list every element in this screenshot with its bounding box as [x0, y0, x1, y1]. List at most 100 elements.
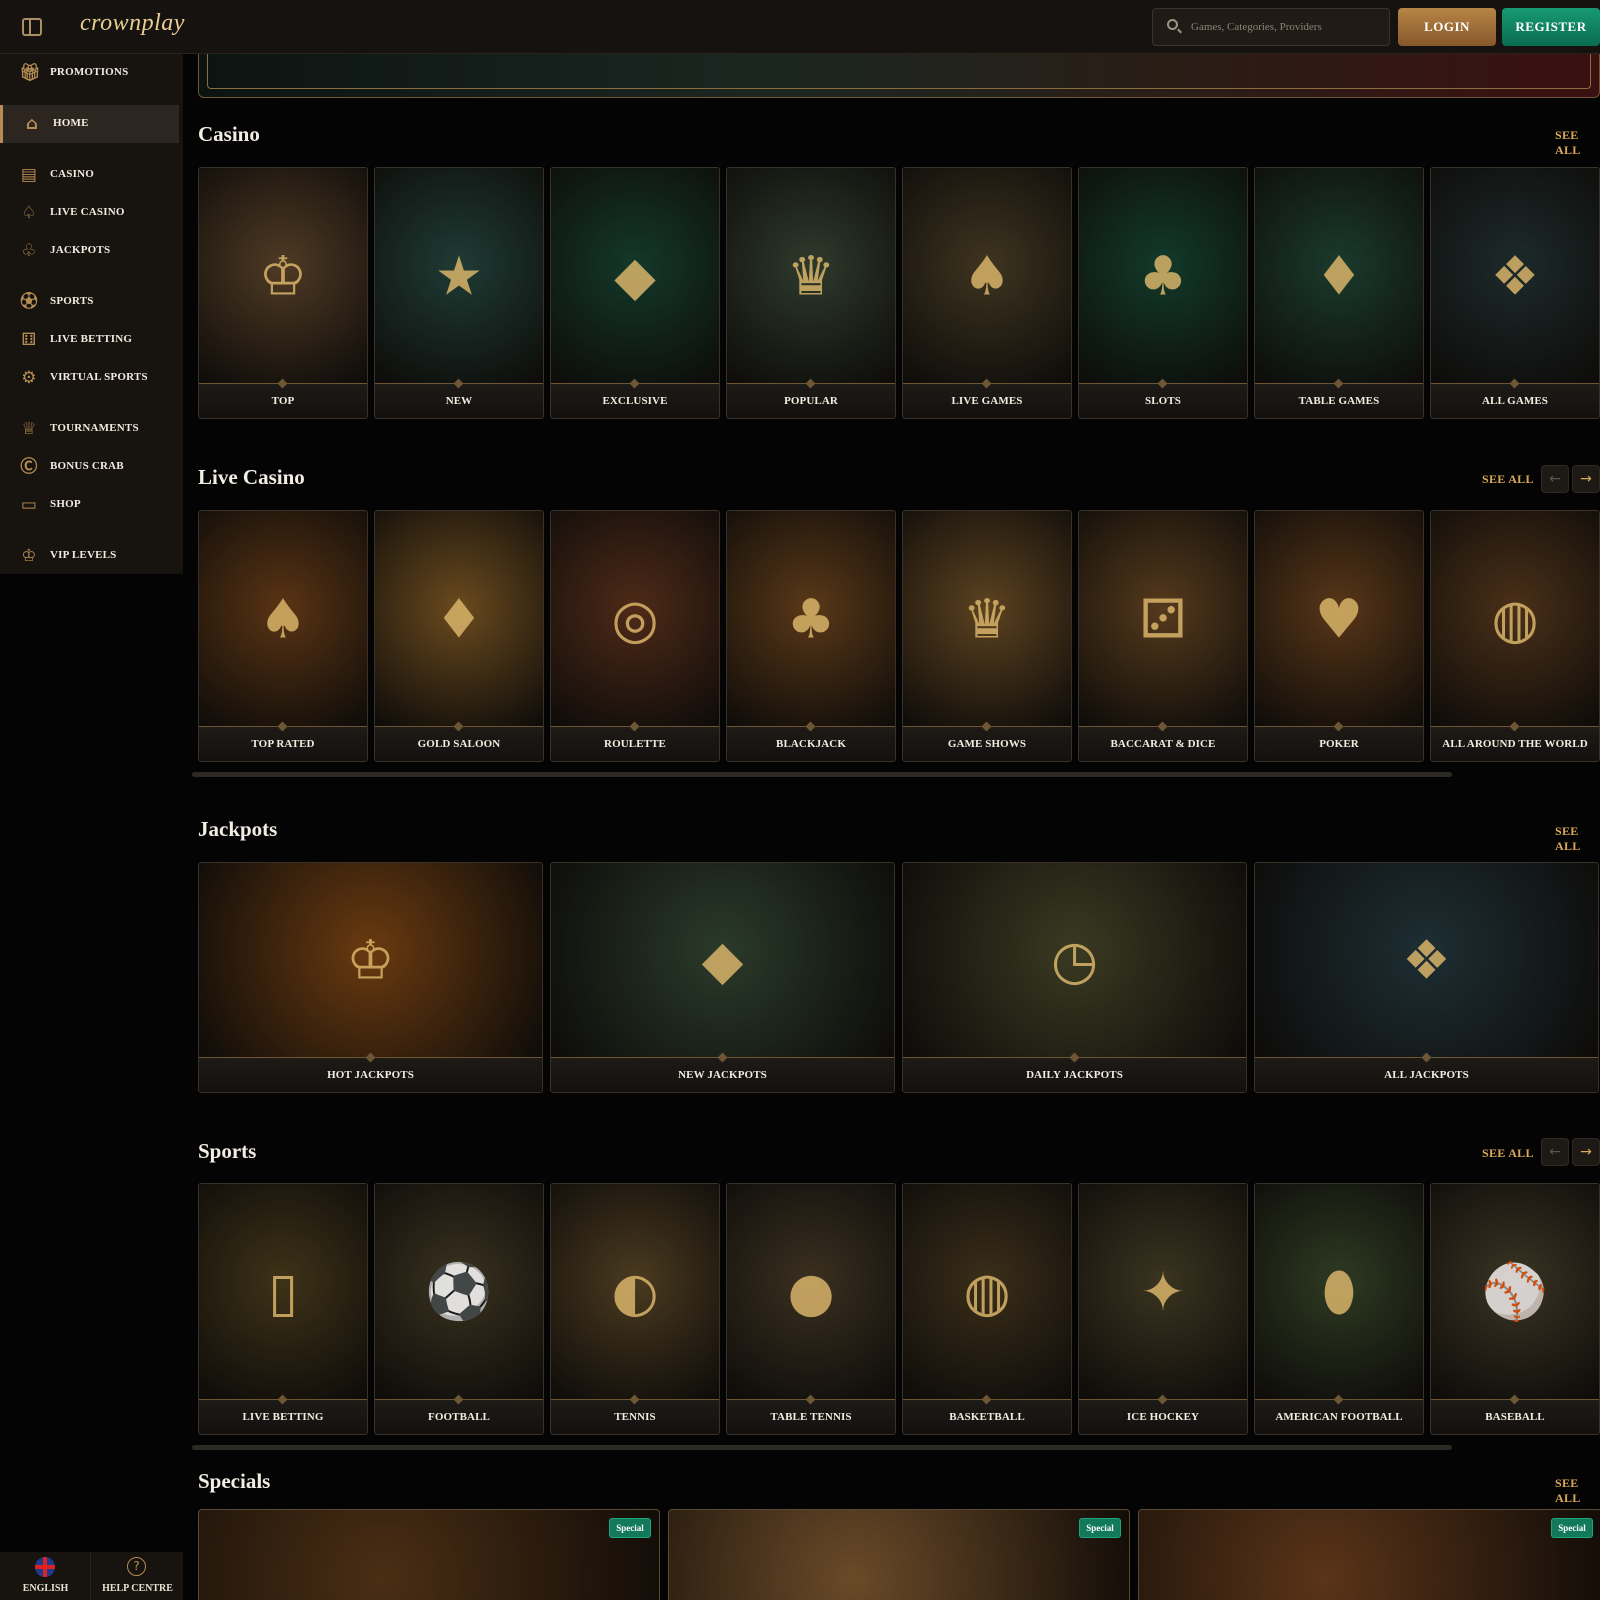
live-casino-card[interactable]: ♠ TOP RATED — [198, 510, 368, 762]
login-button[interactable]: LOGIN — [1398, 8, 1496, 46]
casino-card[interactable]: ♠ LIVE GAMES — [902, 167, 1072, 419]
uk-flag-icon — [35, 1557, 55, 1577]
language-selector[interactable]: ENGLISH — [0, 1552, 91, 1600]
sidebar-item-label: VIP LEVELS — [50, 549, 117, 561]
card-label: ALL GAMES — [1431, 384, 1599, 418]
sports-next-button[interactable]: → — [1572, 1138, 1600, 1166]
hero-banner[interactable] — [198, 54, 1600, 98]
sidebar-item-label: CASINO — [50, 168, 94, 180]
sidebar-item-vip-levels[interactable]: ♔ VIP LEVELS — [0, 537, 179, 575]
sports-card[interactable]: ● TABLE TENNIS — [726, 1183, 896, 1435]
specials-card[interactable]: Special — [1138, 1509, 1600, 1600]
card-artwork-icon: ✦ — [1140, 1260, 1186, 1323]
card-label: TOP — [199, 384, 367, 418]
logo[interactable]: crownplay — [80, 10, 185, 37]
card-artwork: ◐ — [551, 1184, 719, 1400]
card-label: LIVE BETTING — [199, 1400, 367, 1434]
jackpots-card[interactable]: ◆ NEW JACKPOTS — [550, 862, 895, 1093]
card-artwork: ♣ — [727, 511, 895, 727]
section-title-specials: Specials — [198, 1469, 271, 1493]
live-casino-card[interactable]: ♦ GOLD SALOON — [374, 510, 544, 762]
sidebar-item-promotions[interactable]: 🎁︎ PROMOTIONS — [0, 54, 179, 92]
sidebar-item-live-casino[interactable]: ♤ LIVE CASINO — [0, 194, 179, 232]
sports-card[interactable]: ⚽ FOOTBALL — [374, 1183, 544, 1435]
live-casino-card[interactable]: ⚂ BACCARAT & DICE — [1078, 510, 1248, 762]
card-artwork-icon: ⚂ — [1139, 587, 1187, 650]
card-artwork-icon: ♠ — [258, 587, 308, 650]
card-artwork: ◷ — [903, 863, 1246, 1058]
card-artwork-icon: ♠ — [962, 244, 1012, 307]
special-badge: Special — [1079, 1518, 1121, 1538]
sports-card[interactable]: ⚾ BASEBALL — [1430, 1183, 1600, 1435]
card-label: ICE HOCKEY — [1079, 1400, 1247, 1434]
sidebar-item-sports[interactable]: ⚽︎ SPORTS — [0, 283, 179, 321]
sidebar-item-label: LIVE CASINO — [50, 206, 125, 218]
specials-see-all-link[interactable]: SEE ALL — [1555, 1476, 1600, 1506]
live-casino-prev-button[interactable]: ← — [1541, 465, 1569, 493]
sidebar-item-tournaments[interactable]: ♕ TOURNAMENTS — [0, 410, 179, 448]
jackpots-see-all-link[interactable]: SEE ALL — [1555, 824, 1600, 854]
live-casino-card[interactable]: ♛ GAME SHOWS — [902, 510, 1072, 762]
casino-see-all-link[interactable]: SEE ALL — [1555, 128, 1600, 158]
card-artwork: ❖ — [1431, 168, 1599, 384]
sidebar-item-live-betting[interactable]: ⚅ LIVE BETTING — [0, 321, 179, 359]
bonus-crab-icon: Ⓒ — [20, 457, 38, 477]
live-casino-next-button[interactable]: → — [1572, 465, 1600, 493]
help-centre-link[interactable]: ? HELP CENTRE — [92, 1552, 183, 1600]
card-label: BASKETBALL — [903, 1400, 1071, 1434]
live-casino-see-all-link[interactable]: SEE ALL — [1482, 472, 1534, 487]
live-casino-card[interactable]: ◎ ROULETTE — [550, 510, 720, 762]
sports-card[interactable]: ✦ ICE HOCKEY — [1078, 1183, 1248, 1435]
card-artwork-icon: ● — [787, 1260, 835, 1323]
sidebar-item-virtual-sports[interactable]: ⚙︎ VIRTUAL SPORTS — [0, 359, 179, 397]
register-button[interactable]: REGISTER — [1502, 8, 1600, 46]
sports-card[interactable]: ◐ TENNIS — [550, 1183, 720, 1435]
casino-card[interactable]: ♣ SLOTS — [1078, 167, 1248, 419]
sports-card[interactable]: ◍ BASKETBALL — [902, 1183, 1072, 1435]
sidebar-toggle-icon[interactable] — [22, 18, 42, 36]
sports-card[interactable]: ▯ LIVE BETTING — [198, 1183, 368, 1435]
live-casino-scrollbar[interactable] — [192, 772, 1452, 777]
card-artwork: ◍ — [903, 1184, 1071, 1400]
sports-scrollbar[interactable] — [192, 1445, 1452, 1450]
casino-card[interactable]: ❖ ALL GAMES — [1430, 167, 1600, 419]
live-casino-card[interactable]: ◍ ALL AROUND THE WORLD — [1430, 510, 1600, 762]
sidebar-item-casino[interactable]: ▤ CASINO — [0, 156, 179, 194]
jackpots-card[interactable]: ❖ ALL JACKPOTS — [1254, 862, 1599, 1093]
sidebar-item-label: VIRTUAL SPORTS — [50, 371, 148, 383]
specials-card[interactable]: Special — [198, 1509, 660, 1600]
sports-card[interactable]: ⬮ AMERICAN FOOTBALL — [1254, 1183, 1424, 1435]
search-box[interactable] — [1152, 8, 1390, 46]
card-artwork: ♛ — [903, 511, 1071, 727]
card-artwork-icon: ♥ — [1314, 587, 1364, 650]
card-artwork-icon: ◐ — [611, 1260, 659, 1323]
sports-prev-button[interactable]: ← — [1541, 1138, 1569, 1166]
card-label: TENNIS — [551, 1400, 719, 1434]
sidebar-item-jackpots[interactable]: ♧ JACKPOTS — [0, 232, 179, 270]
jackpots-card[interactable]: ◷ DAILY JACKPOTS — [902, 862, 1247, 1093]
live-casino-card[interactable]: ♥ POKER — [1254, 510, 1424, 762]
live-casino-card[interactable]: ♣ BLACKJACK — [726, 510, 896, 762]
card-artwork: ♛ — [727, 168, 895, 384]
card-artwork: ♦ — [375, 511, 543, 727]
card-artwork: ❖ — [1255, 863, 1598, 1058]
card-artwork-icon: ◆ — [701, 928, 744, 992]
sidebar-item-shop[interactable]: ▭ SHOP — [0, 486, 179, 524]
card-label: NEW — [375, 384, 543, 418]
card-label: GAME SHOWS — [903, 727, 1071, 761]
casino-card[interactable]: ♛ POPULAR — [726, 167, 896, 419]
card-artwork-icon: ♣ — [1138, 244, 1188, 307]
sidebar-item-label: BONUS CRAB — [50, 460, 124, 472]
search-input[interactable] — [1191, 9, 1381, 45]
casino-card[interactable]: ♦ TABLE GAMES — [1254, 167, 1424, 419]
sidebar-item-bonus-crab[interactable]: Ⓒ BONUS CRAB — [0, 448, 179, 486]
sports-see-all-link[interactable]: SEE ALL — [1482, 1146, 1534, 1161]
casino-card[interactable]: ◆ EXCLUSIVE — [550, 167, 720, 419]
casino-card[interactable]: ♔ TOP — [198, 167, 368, 419]
specials-card[interactable]: Special — [668, 1509, 1130, 1600]
clover-icon: ♧ — [21, 241, 37, 261]
card-label: DAILY JACKPOTS — [903, 1058, 1246, 1092]
jackpots-card[interactable]: ♔ HOT JACKPOTS — [198, 862, 543, 1093]
sidebar-item-home[interactable]: ⌂ HOME — [0, 105, 179, 143]
casino-card[interactable]: ★ NEW — [374, 167, 544, 419]
